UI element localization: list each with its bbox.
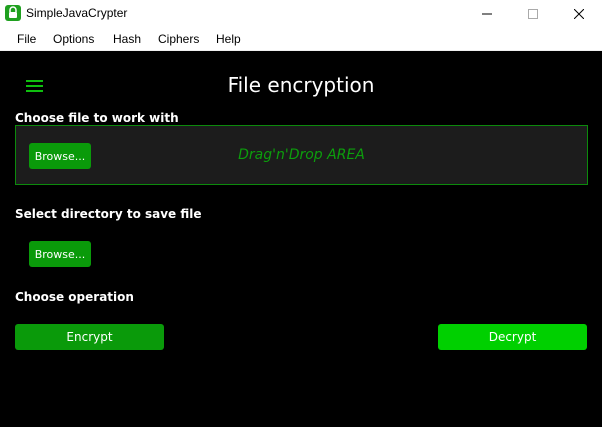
lock-icon — [5, 5, 21, 21]
title-bar: SimpleJavaCrypter — [0, 0, 602, 27]
decrypt-button[interactable]: Decrypt — [438, 324, 587, 350]
window-title: SimpleJavaCrypter — [26, 6, 128, 20]
menu-file[interactable]: File — [17, 31, 36, 47]
choose-file-label: Choose file to work with — [15, 111, 179, 125]
minimize-button[interactable] — [464, 0, 510, 27]
menu-hash[interactable]: Hash — [113, 31, 141, 47]
encrypt-button[interactable]: Encrypt — [15, 324, 164, 350]
maximize-icon — [528, 8, 538, 19]
menu-bar: File Options Hash Ciphers Help — [0, 27, 602, 51]
menu-help[interactable]: Help — [216, 31, 241, 47]
close-button[interactable] — [556, 0, 602, 27]
dropzone[interactable]: Browse... Drag'n'Drop AREA — [15, 125, 588, 185]
browse-directory-button[interactable]: Browse... — [29, 241, 91, 267]
dropzone-text: Drag'n'Drop AREA — [238, 147, 365, 163]
close-icon — [574, 8, 584, 19]
choose-operation-label: Choose operation — [15, 290, 134, 304]
page-title: File encryption — [227, 73, 375, 97]
maximize-button[interactable] — [510, 0, 556, 27]
select-directory-label: Select directory to save file — [15, 207, 202, 221]
minimize-icon — [482, 13, 492, 14]
menu-options[interactable]: Options — [53, 31, 94, 47]
main-content: File encryption Choose file to work with… — [0, 51, 602, 427]
menu-ciphers[interactable]: Ciphers — [158, 31, 199, 47]
